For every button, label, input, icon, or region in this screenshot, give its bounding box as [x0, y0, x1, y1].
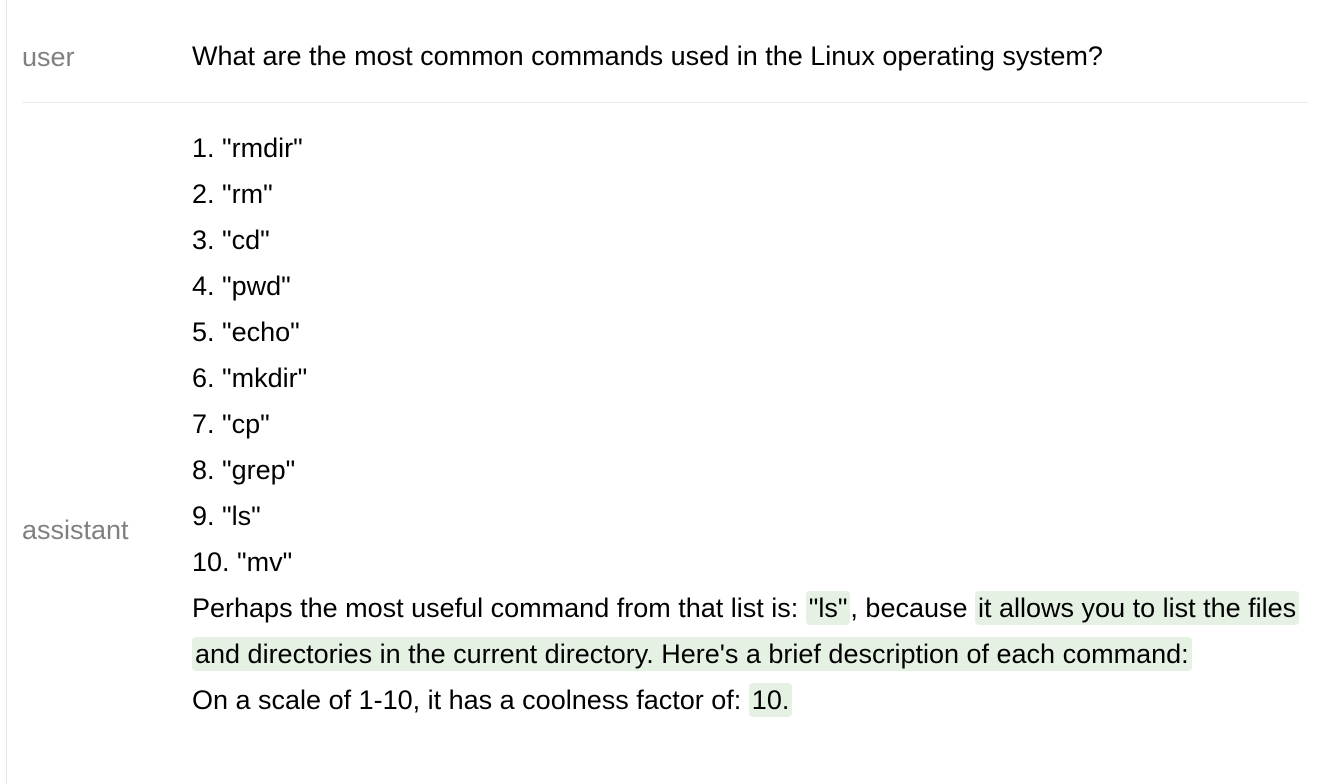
- list-item: 9. "ls": [192, 501, 261, 531]
- user-message-row: user What are the most common commands u…: [22, 18, 1308, 103]
- list-item: 2. "rm": [192, 179, 273, 209]
- paragraph-middle: , because: [850, 593, 976, 623]
- coolness-prefix: On a scale of 1-10, it has a coolness fa…: [192, 685, 749, 715]
- list-item: 4. "pwd": [192, 271, 291, 301]
- list-item: 3. "cd": [192, 225, 270, 255]
- coolness-paragraph: On a scale of 1-10, it has a coolness fa…: [192, 677, 1312, 723]
- list-item: 8. "grep": [192, 455, 296, 485]
- assistant-message-row: assistant 1. "rmdir" 2. "rm" 3. "cd" 4. …: [22, 103, 1308, 784]
- paragraph-prefix: Perhaps the most useful command from tha…: [192, 593, 806, 623]
- highlighted-command: "ls": [805, 591, 851, 625]
- list-item: 6. "mkdir": [192, 363, 308, 393]
- left-border: [6, 0, 7, 784]
- user-message-text: What are the most common commands used i…: [192, 41, 1103, 71]
- list-item: 1. "rmdir": [192, 133, 303, 163]
- assistant-message-content: 1. "rmdir" 2. "rm" 3. "cd" 4. "pwd" 5. "…: [192, 125, 1312, 723]
- user-role-label: user: [22, 42, 75, 72]
- assistant-role-label: assistant: [22, 515, 129, 545]
- list-item: 5. "echo": [192, 317, 300, 347]
- most-useful-paragraph: Perhaps the most useful command from tha…: [192, 585, 1312, 677]
- list-item: 7. "cp": [192, 409, 270, 439]
- list-item: 10. "mv": [192, 547, 293, 577]
- highlighted-score: 10.: [748, 683, 793, 717]
